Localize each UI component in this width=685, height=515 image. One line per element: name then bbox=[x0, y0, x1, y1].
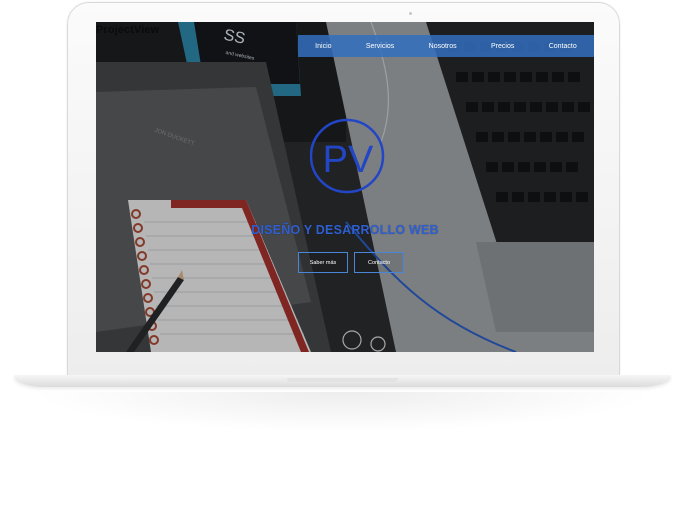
nav-link-precios[interactable]: Precios bbox=[491, 43, 514, 50]
site-brand[interactable]: ProjectView bbox=[96, 24, 159, 36]
pv-logo: PV bbox=[310, 118, 385, 194]
laptop-hinge-notch bbox=[287, 378, 398, 382]
hero-tagline: DISEÑO Y DESARROLLO WEB bbox=[251, 223, 439, 237]
laptop-shadow bbox=[30, 392, 655, 432]
main-nav: Inicio Servicios Nosotros Precios Contac… bbox=[298, 35, 594, 57]
camera-dot bbox=[409, 12, 412, 15]
nav-link-nosotros[interactable]: Nosotros bbox=[429, 43, 457, 50]
website-screen: SS and websites JON DUCKETT ProjectView … bbox=[96, 22, 594, 352]
saber-mas-button[interactable]: Saber más bbox=[298, 252, 348, 273]
contacto-button[interactable]: Contacto bbox=[354, 252, 404, 273]
nav-link-servicios[interactable]: Servicios bbox=[366, 43, 394, 50]
logo-text: PV bbox=[323, 139, 374, 181]
nav-link-inicio[interactable]: Inicio bbox=[315, 43, 331, 50]
nav-link-contacto[interactable]: Contacto bbox=[549, 43, 577, 50]
